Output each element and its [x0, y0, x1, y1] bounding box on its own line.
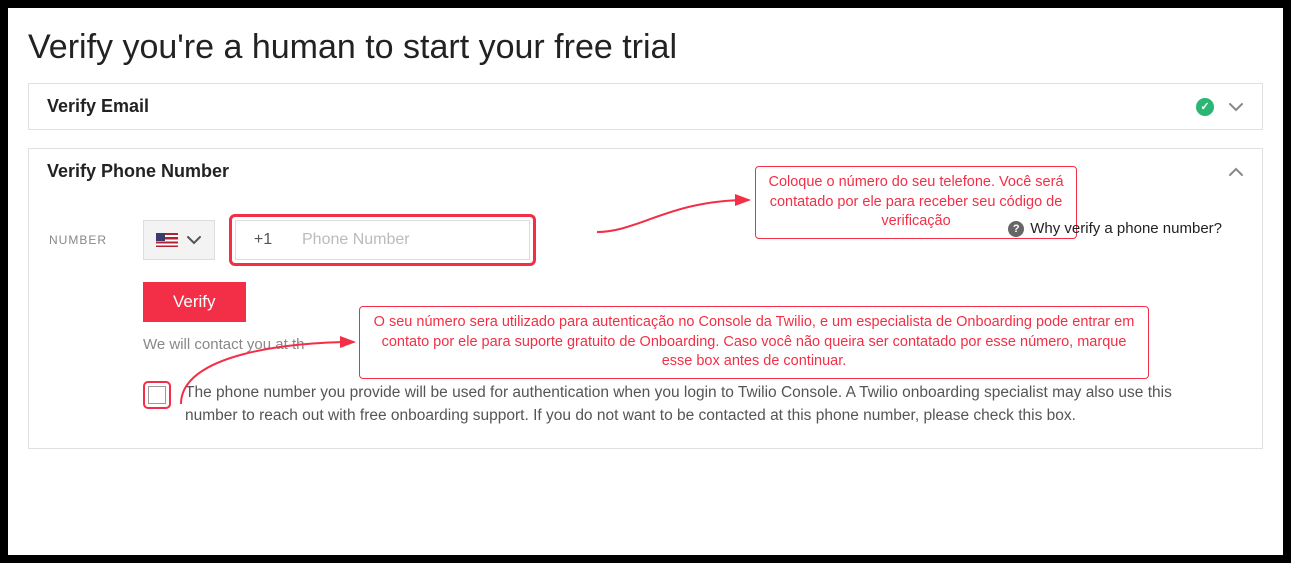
why-verify-text: Why verify a phone number?: [1030, 220, 1222, 237]
page-title: Verify you're a human to start your free…: [8, 8, 1283, 83]
annotation-consent-hint: O seu número sera utilizado para autenti…: [359, 306, 1149, 379]
verify-email-title: Verify Email: [47, 96, 149, 117]
country-flag-select[interactable]: [143, 220, 215, 260]
verify-email-panel: Verify Email ✓: [28, 83, 1263, 130]
chevron-down-icon[interactable]: [1228, 99, 1244, 115]
consent-checkbox[interactable]: [148, 386, 166, 404]
panels-container: Verify Email ✓ Verify Phone Number: [8, 83, 1283, 449]
why-verify-link[interactable]: ? Why verify a phone number?: [1008, 220, 1222, 237]
verify-email-header[interactable]: Verify Email ✓: [29, 84, 1262, 129]
flag-chevron-down-icon: [186, 232, 202, 248]
check-circle-icon: ✓: [1196, 98, 1214, 116]
verify-phone-panel: Verify Phone Number Coloque o número do …: [28, 148, 1263, 449]
verify-phone-header-right: [1228, 164, 1244, 180]
consent-text: The phone number you provide will be use…: [185, 381, 1212, 428]
number-label: NUMBER: [49, 233, 129, 247]
verify-button[interactable]: Verify: [143, 282, 246, 322]
phone-number-input[interactable]: [290, 220, 530, 260]
page-root: Verify you're a human to start your free…: [8, 8, 1283, 555]
consent-checkbox-highlight: [143, 381, 171, 409]
us-flag-icon: [156, 233, 178, 247]
verify-email-header-right: ✓: [1196, 98, 1244, 116]
phone-input-group: +1: [229, 214, 536, 266]
verify-phone-body: Coloque o número do seu telefone. Você s…: [29, 194, 1262, 448]
consent-row: The phone number you provide will be use…: [143, 381, 1242, 428]
verify-phone-header[interactable]: Verify Phone Number: [29, 149, 1262, 194]
chevron-up-icon[interactable]: [1228, 164, 1244, 180]
help-icon: ?: [1008, 221, 1024, 237]
country-code: +1: [235, 220, 291, 260]
verify-phone-title: Verify Phone Number: [47, 161, 229, 182]
